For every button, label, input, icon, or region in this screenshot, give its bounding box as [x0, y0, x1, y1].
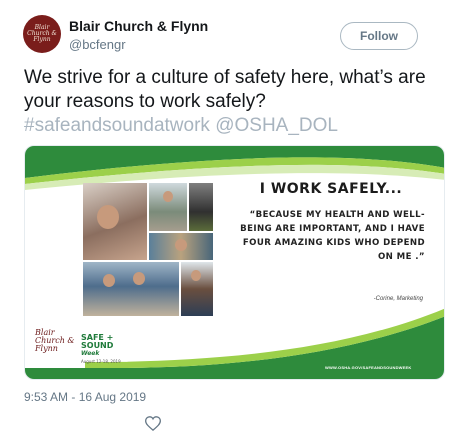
company-logo: Blair Church & Flynn [35, 328, 75, 353]
media-quote: “BECAUSE MY HEALTH AND WELL-BEING ARE IM… [240, 210, 425, 262]
author-handle[interactable]: @bcfengr [69, 37, 126, 52]
collage-photo [149, 183, 187, 231]
author-avatar[interactable]: Blair Church & Flynn [23, 15, 61, 53]
follow-button[interactable]: Follow [340, 22, 418, 50]
tweet-media-image[interactable]: I WORK SAFELY... “BECAUSE MY HEALTH AND … [24, 145, 445, 380]
logo-dates: August 12-18, 2019 [81, 359, 121, 364]
collage-photo [83, 183, 147, 260]
collage-photo [181, 262, 213, 316]
logo-line-2: SOUND [81, 341, 114, 350]
media-attribution: -Corine, Marketing [373, 296, 423, 302]
mention-link[interactable]: @OSHA_DOL [215, 115, 338, 136]
photo-collage [83, 183, 213, 316]
tweet-timestamp[interactable]: 9:53 AM - 16 Aug 2019 [24, 390, 146, 404]
media-headline: I WORK SAFELY... [259, 181, 403, 197]
divider [24, 410, 445, 411]
osha-url: WWW.OSHA.GOV/SAFEANDSOUNDWEEK [325, 365, 412, 370]
tweet-text: We strive for a culture of safety here, … [24, 66, 444, 138]
author-name[interactable]: Blair Church & Flynn [69, 18, 208, 34]
heart-icon [145, 415, 161, 431]
like-button[interactable] [144, 414, 162, 432]
avatar-logo-text: Blair Church & Flynn [27, 24, 57, 43]
collage-photo [189, 183, 213, 231]
tweet-body: We strive for a culture of safety here, … [24, 67, 426, 112]
safe-sound-week-logo: SAFE + SOUND Week August 12-18, 2019 [81, 334, 121, 366]
collage-photo [149, 233, 213, 260]
collage-photo [83, 262, 179, 316]
logo-line-3: Week [81, 350, 100, 357]
hashtag-link[interactable]: #safeandsoundatwork [24, 115, 210, 136]
